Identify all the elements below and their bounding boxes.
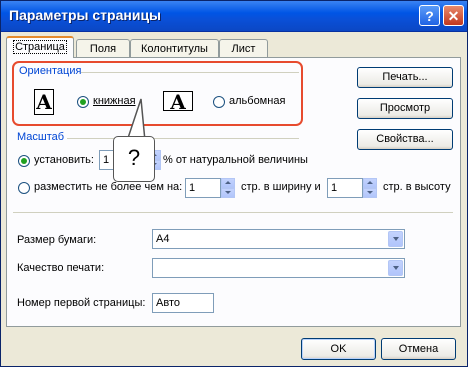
fit-tall-spinner[interactable] [363, 178, 377, 198]
tab-sheet[interactable]: Лист [219, 39, 268, 58]
fit-wide-input[interactable]: 1 [185, 178, 221, 198]
fit-tall-suffix: стр. в высоту [383, 181, 451, 193]
close-icon[interactable]: ✕ [443, 5, 464, 26]
help-icon[interactable]: ? [419, 5, 440, 26]
scale-set-radio[interactable] [18, 155, 30, 167]
chevron-down-icon[interactable] [388, 260, 403, 276]
print-quality-select[interactable] [152, 258, 405, 278]
preview-button[interactable]: Просмотр [357, 98, 453, 119]
tab-page[interactable]: Страница [6, 36, 74, 58]
tab-header-footer[interactable]: Колонтитулы [130, 39, 219, 58]
first-page-label: Номер первой страницы: [17, 297, 146, 309]
question-callout: ? [113, 136, 155, 182]
cancel-button[interactable]: Отмена [381, 338, 456, 360]
scale-fit-label[interactable]: разместить не более чем на: [34, 181, 182, 193]
tab-margins[interactable]: Поля [76, 39, 130, 58]
print-button[interactable]: Печать... [357, 67, 453, 88]
scale-fit-radio[interactable] [18, 182, 30, 194]
scale-set-label[interactable]: установить: [34, 154, 94, 166]
page-setup-dialog: Параметры страницы ? ✕ Страница Поля Кол… [0, 0, 468, 367]
scale-set-suffix: % от натуральной величины [163, 154, 308, 166]
paper-size-select[interactable]: A4 [152, 229, 405, 249]
window-title: Параметры страницы [9, 7, 162, 23]
paper-size-value: A4 [156, 233, 170, 245]
callout-pointer [126, 98, 146, 141]
fit-tall-input[interactable]: 1 [327, 178, 363, 198]
fit-wide-spinner[interactable] [221, 178, 235, 198]
paper-size-label: Размер бумаги: [17, 234, 97, 246]
title-bar: Параметры страницы ? ✕ [1, 1, 467, 32]
scale-group-label: Масштаб [17, 131, 65, 143]
first-page-input[interactable]: Авто [152, 293, 214, 313]
properties-button[interactable]: Свойства... [357, 129, 453, 150]
chevron-down-icon[interactable] [388, 231, 403, 247]
fit-wide-suffix: стр. в ширину и [241, 181, 321, 193]
ok-button[interactable]: OK [301, 338, 376, 360]
print-quality-label: Качество печати: [17, 262, 105, 274]
